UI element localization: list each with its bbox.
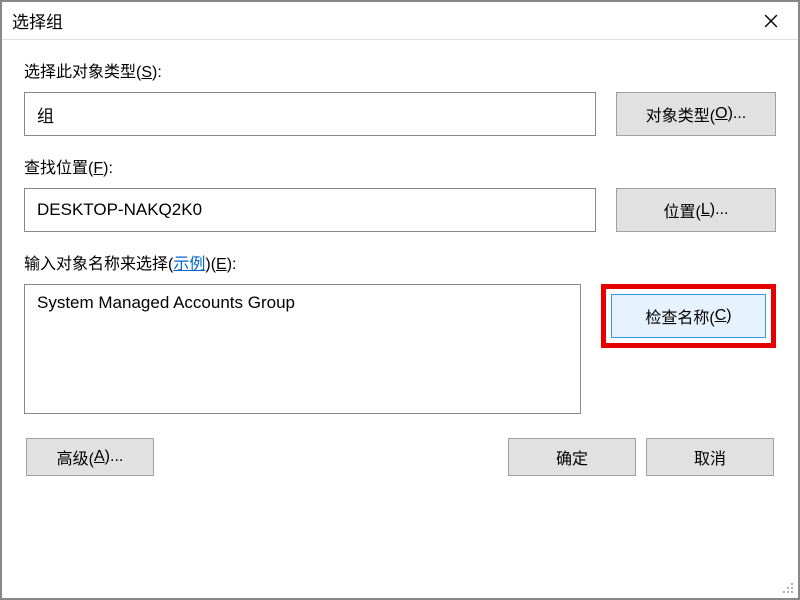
window-title: 选择组	[12, 8, 63, 33]
ok-button[interactable]: 确定	[508, 438, 636, 476]
location-input[interactable]	[24, 188, 596, 232]
check-names-highlight: 检查名称(C)	[601, 284, 776, 348]
object-type-input[interactable]	[24, 92, 596, 136]
titlebar: 选择组	[2, 2, 798, 40]
close-icon	[764, 14, 778, 28]
locations-button[interactable]: 位置(L)...	[616, 188, 776, 232]
cancel-button[interactable]: 取消	[646, 438, 774, 476]
close-button[interactable]	[748, 4, 794, 38]
bottom-button-row: 高级(A)... 确定 取消	[24, 438, 776, 476]
check-names-button[interactable]: 检查名称(C)	[611, 294, 766, 338]
object-names-section: 输入对象名称来选择(示例)(E): 检查名称(C)	[24, 250, 776, 414]
advanced-button[interactable]: 高级(A)...	[26, 438, 154, 476]
example-link[interactable]: 示例	[173, 256, 205, 273]
resize-grip-icon[interactable]	[780, 580, 794, 594]
location-section: 查找位置(F): 位置(L)...	[24, 154, 776, 232]
ok-cancel-group: 确定 取消	[508, 438, 774, 476]
object-type-section: 选择此对象类型(S): 对象类型(O)...	[24, 58, 776, 136]
object-type-label: 选择此对象类型(S):	[24, 58, 776, 82]
object-names-label: 输入对象名称来选择(示例)(E):	[24, 250, 776, 274]
object-types-button[interactable]: 对象类型(O)...	[616, 92, 776, 136]
dialog-content: 选择此对象类型(S): 对象类型(O)... 查找位置(F): 位置(L)...…	[2, 40, 798, 486]
location-label: 查找位置(F):	[24, 154, 776, 178]
object-names-input[interactable]	[24, 284, 581, 414]
